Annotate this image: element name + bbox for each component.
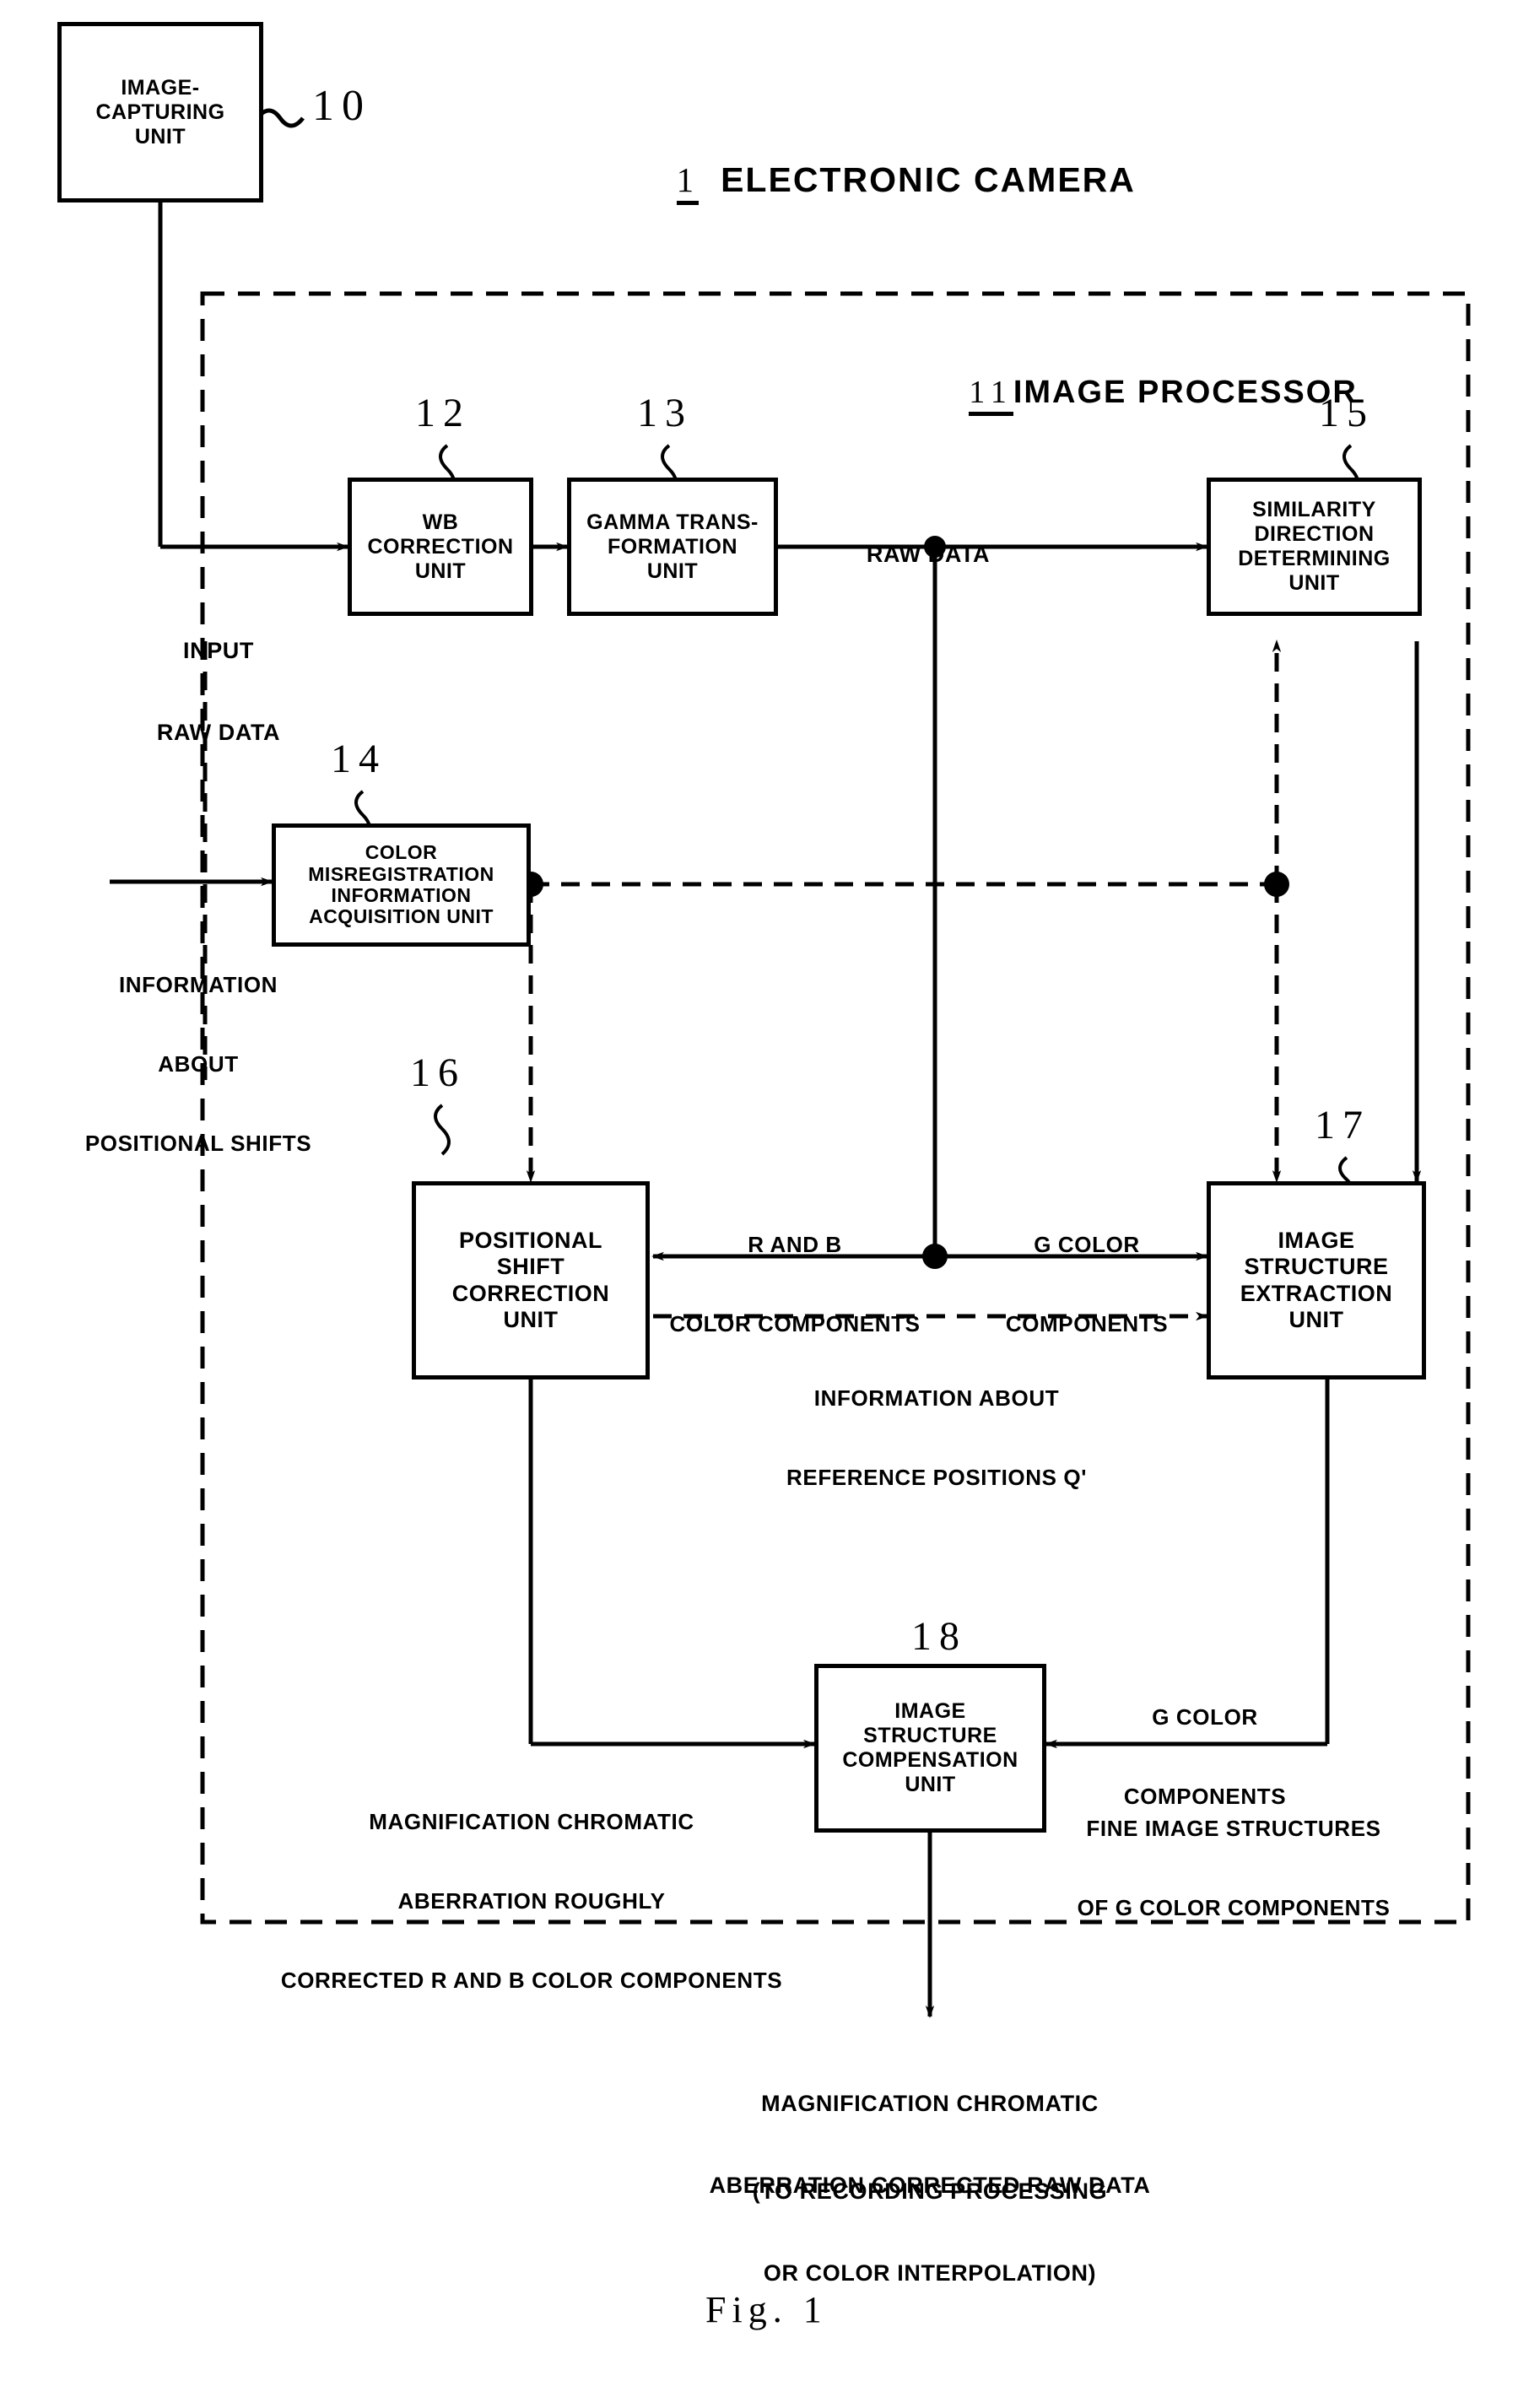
image-processor-text: IMAGE PROCESSOR — [1013, 375, 1358, 410]
label-raw-data: RAW DATA — [844, 486, 1013, 623]
image-processor-title: 11IMAGE PROCESSOR — [926, 337, 1358, 452]
label-line: MAGNIFICATION CHROMATIC — [761, 2090, 1099, 2116]
block-line: INFORMATION — [331, 884, 472, 906]
label-input-raw-data: INPUT RAW DATA — [96, 582, 341, 801]
label-line: INPUT — [183, 637, 254, 663]
block-line: POSITIONAL — [458, 1227, 602, 1253]
label-fine-image-structures: FINE IMAGE STRUCTURES OF G COLOR COMPONE… — [1056, 1763, 1411, 1974]
label-line: OF G COLOR COMPONENTS — [1077, 1894, 1391, 1920]
block-line: GAMMA TRANS- — [586, 510, 759, 534]
label-line: G COLOR — [1152, 1704, 1258, 1730]
block-line: COMPENSATION — [842, 1748, 1018, 1772]
block-line: MISREGISTRATION — [308, 862, 494, 885]
label-information-about-positional-shifts: INFORMATION ABOUT POSITIONAL SHIFTS — [59, 920, 338, 1209]
figure-title: 1 ELECTRONIC CAMERA — [631, 120, 1136, 245]
block-line: EXTRACTION — [1240, 1280, 1393, 1306]
block-line: UNIT — [905, 1773, 956, 1796]
block-line: SHIFT — [496, 1254, 565, 1280]
label-line: G COLOR — [1034, 1232, 1140, 1258]
block-line: IMAGE — [1278, 1227, 1355, 1253]
ref-numeral-10: 10 — [312, 82, 371, 130]
label-reference-positions: INFORMATION ABOUT REFERENCE POSITIONS Q' — [675, 1333, 1198, 1544]
ref-numeral-16: 16 — [410, 1050, 466, 1095]
block-line: DETERMINING — [1238, 547, 1391, 570]
block-image-capturing-unit[interactable]: IMAGE- CAPTURING UNIT — [57, 22, 263, 202]
label-line: INFORMATION ABOUT — [813, 1385, 1060, 1412]
block-line: UNIT — [1288, 571, 1340, 595]
label-line: CORRECTED R AND B COLOR COMPONENTS — [280, 1967, 783, 1993]
block-line: CORRECTION — [367, 534, 514, 559]
label-line: ABOUT — [158, 1050, 239, 1077]
label-line: MAGNIFICATION CHROMATIC — [369, 1809, 694, 1835]
ref-numeral-18: 18 — [911, 1614, 967, 1659]
block-similarity-direction-determining-unit[interactable]: SIMILARITY DIRECTION DETERMINING UNIT — [1207, 478, 1422, 616]
ref-numeral-12: 12 — [415, 391, 471, 435]
ref-numeral-13: 13 — [637, 391, 693, 435]
block-image-structure-compensation-unit[interactable]: IMAGE STRUCTURE COMPENSATION UNIT — [814, 1664, 1046, 1833]
image-processor-ref: 11 — [969, 374, 1013, 416]
block-line: DIRECTION — [1254, 522, 1375, 546]
block-line: IMAGE — [894, 1699, 966, 1723]
lead-10 — [256, 108, 305, 128]
block-line: UNIT — [503, 1306, 559, 1332]
patent-figure-sheet: IMAGE- CAPTURING UNIT WB CORRECTION UNIT… — [0, 0, 1518, 2408]
label-line: FINE IMAGE STRUCTURES — [1086, 1816, 1381, 1842]
figure-title-text: ELECTRONIC CAMERA — [721, 160, 1136, 199]
block-line: CAPTURING — [95, 100, 225, 124]
label-line: OR COLOR INTERPOLATION) — [763, 2260, 1097, 2286]
block-line: COLOR — [365, 841, 438, 864]
block-line: UNIT — [646, 559, 699, 583]
label-line: POSITIONAL SHIFTS — [84, 1130, 312, 1156]
block-wb-correction-unit[interactable]: WB CORRECTION UNIT — [348, 478, 533, 616]
label-line: RAW DATA — [866, 541, 991, 567]
ref-numeral-17: 17 — [1315, 1103, 1370, 1147]
lead-16 — [434, 1104, 451, 1156]
block-line: CORRECTION — [451, 1280, 610, 1306]
block-gamma-transformation-unit[interactable]: GAMMA TRANS- FORMATION UNIT — [567, 478, 778, 616]
block-line: UNIT — [134, 124, 186, 148]
label-roughly-corrected-rb: MAGNIFICATION CHROMATIC ABERRATION ROUGH… — [253, 1757, 810, 2046]
block-image-structure-extraction-unit[interactable]: IMAGE STRUCTURE EXTRACTION UNIT — [1207, 1181, 1426, 1379]
block-line: UNIT — [1288, 1306, 1344, 1332]
label-line: ABERRATION ROUGHLY — [397, 1887, 666, 1914]
block-line: UNIT — [414, 559, 467, 583]
block-line: SIMILARITY — [1252, 498, 1376, 521]
block-positional-shift-correction-unit[interactable]: POSITIONAL SHIFT CORRECTION UNIT — [412, 1181, 650, 1379]
label-line: INFORMATION — [118, 972, 278, 998]
figure-title-ref: 1 — [676, 159, 700, 205]
block-line: WB — [422, 510, 459, 534]
block-line: IMAGE- — [121, 75, 200, 100]
block-line: FORMATION — [607, 534, 737, 559]
block-line: STRUCTURE — [863, 1724, 997, 1747]
label-line: REFERENCE POSITIONS Q' — [786, 1464, 1087, 1490]
figure-caption: Fig. 1 — [705, 2289, 828, 2330]
label-line: (TO RECORDING PROCESSING — [752, 2178, 1108, 2204]
label-line: RAW DATA — [156, 719, 281, 745]
block-line: STRUCTURE — [1244, 1254, 1389, 1280]
label-line: R AND B — [748, 1232, 842, 1258]
